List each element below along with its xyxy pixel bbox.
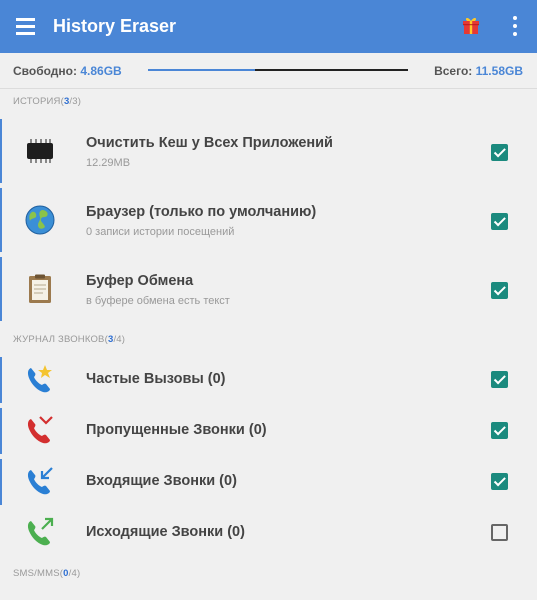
checkbox-clipboard[interactable] [491, 282, 508, 299]
list-item-missed-calls[interactable]: Пропущенные Звонки (0) [0, 406, 537, 456]
list-item-title: Исходящие Звонки (0) [86, 524, 245, 540]
app-bar: History Eraser [0, 0, 537, 53]
list-item-title: Входящие Звонки (0) [86, 473, 237, 489]
total-value: 11.58GB [475, 63, 523, 78]
checkbox-frequent-calls[interactable] [491, 371, 508, 388]
frequent-call-icon [27, 365, 52, 393]
incoming-call-icon [27, 467, 53, 495]
list-item-subtitle: 0 записи истории посещений [86, 226, 235, 238]
list-item-title: Частые Вызовы (0) [86, 371, 226, 387]
section-header-sms: SMS/MMS(0/4) [13, 568, 81, 579]
list-item-clipboard[interactable]: Буфер Обмена в буфере обмена есть текст [0, 255, 537, 323]
list-item-title: Буфер Обмена [86, 273, 194, 289]
list-item-browser[interactable]: Браузер (только по умолчанию) 0 записи и… [0, 186, 537, 254]
checkbox-clear-cache[interactable] [491, 144, 508, 161]
list-item-incoming-calls[interactable]: Входящие Звонки (0) [0, 457, 537, 507]
globe-icon [25, 205, 55, 235]
clipboard-icon [29, 274, 51, 303]
menu-button[interactable] [0, 0, 50, 53]
free-value: 4.86GB [80, 63, 122, 78]
gift-icon[interactable] [461, 15, 481, 35]
list-item-clear-cache[interactable]: Очистить Кеш у Всех Приложений 12.29MB [0, 117, 537, 185]
free-label: Свободно: [13, 63, 77, 78]
list-item-subtitle: 12.29MB [86, 157, 131, 169]
storage-progress-bar [148, 69, 408, 71]
more-vert-icon [513, 16, 517, 21]
total-label: Всего: [434, 63, 473, 78]
checkbox-incoming-calls[interactable] [491, 473, 508, 490]
outgoing-call-icon [27, 517, 54, 546]
app-title: History Eraser [53, 16, 177, 36]
storage-info: Свободно: 4.86GB Всего: 11.58GB [0, 53, 537, 89]
checkbox-missed-calls[interactable] [491, 422, 508, 439]
list-item-subtitle: в буфере обмена есть текст [86, 295, 230, 307]
storage-progress-fill [148, 69, 255, 71]
missed-call-icon [27, 416, 53, 444]
list-item-title: Очистить Кеш у Всех Приложений [86, 135, 333, 151]
checkbox-outgoing-calls[interactable] [491, 524, 508, 541]
checkbox-browser[interactable] [491, 213, 508, 230]
list-item-outgoing-calls[interactable]: Исходящие Звонки (0) [0, 508, 537, 558]
chip-icon [27, 139, 53, 163]
list-item-title: Пропущенные Звонки (0) [86, 422, 267, 438]
section-header-history: ИСТОРИЯ(3/3) [13, 96, 82, 107]
list-item-title: Браузер (только по умолчанию) [86, 204, 317, 220]
more-options-button[interactable] [505, 12, 525, 40]
section-header-call-log: ЖУРНАЛ ЗВОНКОВ(3/4) [13, 334, 126, 345]
list-item-frequent-calls[interactable]: Частые Вызовы (0) [0, 355, 537, 405]
menu-icon [15, 16, 35, 37]
